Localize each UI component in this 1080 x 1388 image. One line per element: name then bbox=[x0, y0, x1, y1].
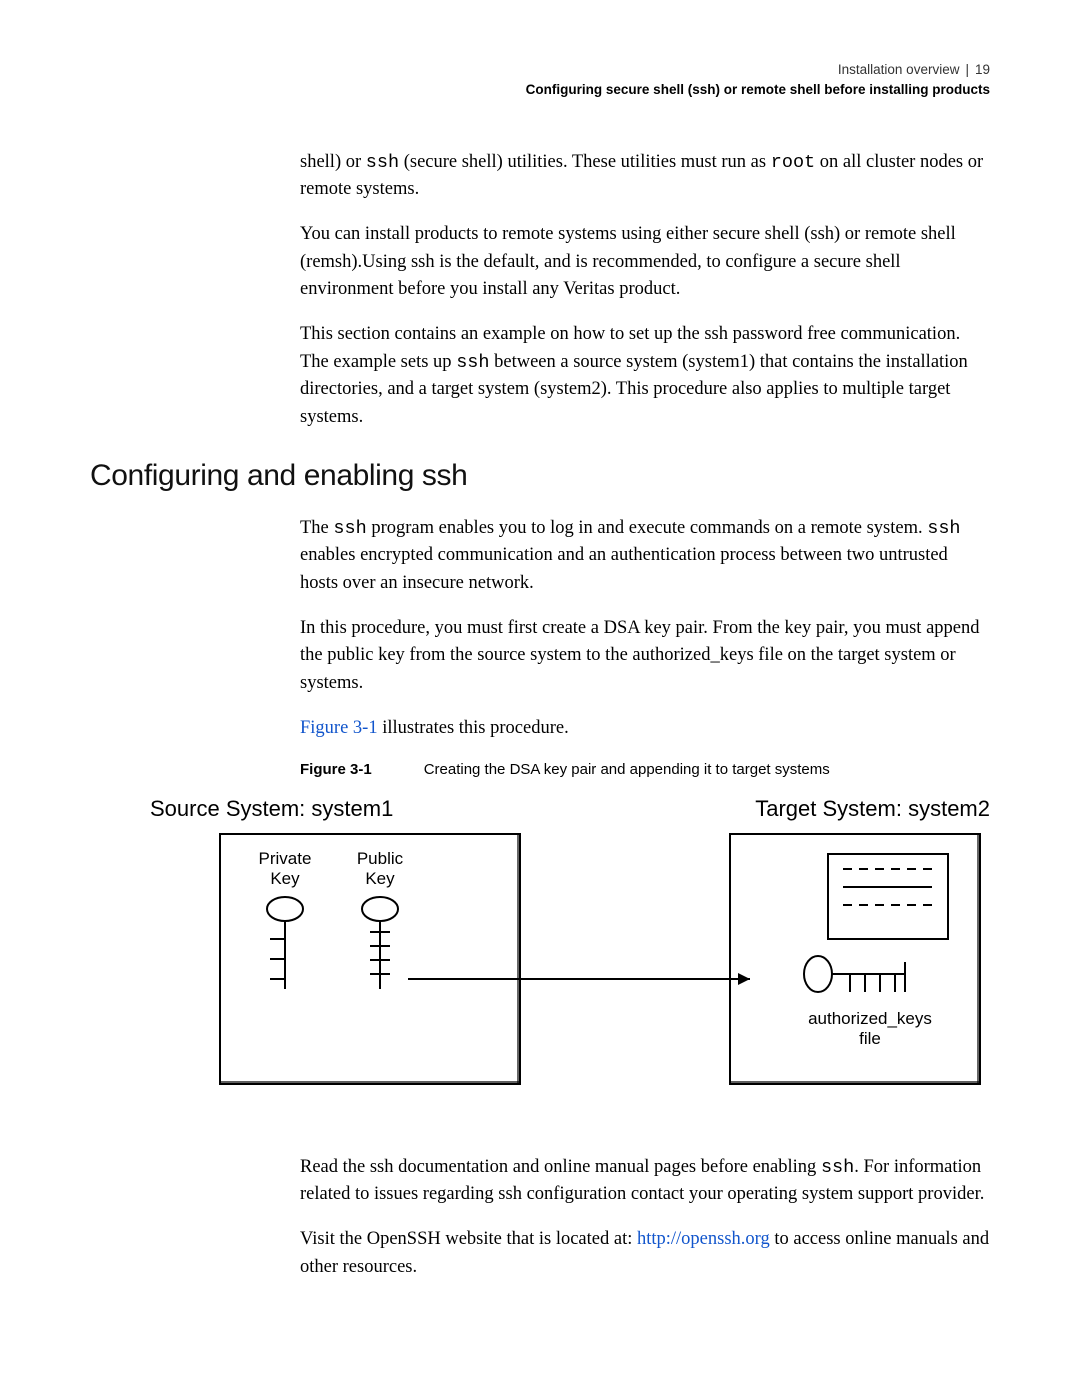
intro-para-1: shell) or ssh (secure shell) utilities. … bbox=[300, 149, 990, 204]
intro-para-2: You can install products to remote syste… bbox=[300, 221, 990, 303]
code-ssh: ssh bbox=[927, 518, 960, 539]
code-ssh: ssh bbox=[456, 352, 489, 373]
figure-caption-row: Figure 3-1 Creating the DSA key pair and … bbox=[300, 761, 990, 778]
private-key-icon bbox=[267, 897, 303, 989]
authorized-keys-label: authorized_keys bbox=[808, 1009, 932, 1028]
breadcrumb: Installation overview bbox=[838, 62, 960, 77]
figure-diagram: Private Key Public Key bbox=[150, 814, 990, 1124]
diagram-source-title: Source System: system1 bbox=[150, 796, 393, 822]
figure-caption: Creating the DSA key pair and appending … bbox=[424, 761, 830, 778]
code-ssh: ssh bbox=[821, 1157, 854, 1178]
section-para-4: Read the ssh documentation and online ma… bbox=[300, 1154, 990, 1209]
text-fragment: shell) or bbox=[300, 152, 366, 172]
public-key-label: Public bbox=[357, 849, 404, 868]
header-subtitle: Configuring secure shell (ssh) or remote… bbox=[90, 80, 990, 100]
section-para-5: Visit the OpenSSH website that is locate… bbox=[300, 1226, 990, 1281]
figure-ref-link[interactable]: Figure 3-1 bbox=[300, 718, 378, 738]
private-key-label: Private bbox=[259, 849, 312, 868]
openssh-link[interactable]: http://openssh.org bbox=[637, 1229, 770, 1249]
section-heading: Configuring and enabling ssh bbox=[90, 459, 990, 493]
intro-para-3: This section contains an example on how … bbox=[300, 321, 990, 431]
code-ssh: ssh bbox=[333, 518, 366, 539]
text-fragment: (secure shell) utilities. These utilitie… bbox=[399, 152, 771, 172]
diagram-target-title: Target System: system2 bbox=[755, 796, 990, 822]
section-para-3: Figure 3-1 illustrates this procedure. bbox=[300, 715, 990, 742]
authorized-keys-file: file bbox=[859, 1029, 881, 1048]
text-fragment: The bbox=[300, 518, 333, 538]
page-number: 19 bbox=[975, 62, 990, 77]
svg-text:Key: Key bbox=[270, 869, 300, 888]
text-fragment: program enables you to log in and execut… bbox=[367, 518, 928, 538]
text-fragment: Read the ssh documentation and online ma… bbox=[300, 1157, 821, 1177]
section-para-1: The ssh program enables you to log in an… bbox=[300, 515, 990, 597]
code-root: root bbox=[771, 152, 815, 173]
section-para-2: In this procedure, you must first create… bbox=[300, 615, 990, 697]
text-fragment: Visit the OpenSSH website that is locate… bbox=[300, 1229, 637, 1249]
page-header: Installation overview | 19 Configuring sec… bbox=[90, 60, 990, 101]
document-icon bbox=[828, 854, 948, 939]
svg-text:Key: Key bbox=[365, 869, 395, 888]
code-ssh: ssh bbox=[366, 152, 399, 173]
header-top-line: Installation overview | 19 bbox=[90, 60, 990, 80]
figure-label: Figure 3-1 bbox=[300, 761, 372, 778]
arrow-to-target bbox=[408, 973, 750, 985]
text-fragment: enables encrypted communication and an a… bbox=[300, 545, 948, 592]
text-fragment: illustrates this procedure. bbox=[378, 718, 569, 738]
public-key-icon bbox=[362, 897, 398, 989]
diagram-svg: Private Key Public Key bbox=[150, 814, 990, 1124]
header-separator: | bbox=[965, 62, 969, 77]
appended-key-icon bbox=[804, 956, 905, 992]
